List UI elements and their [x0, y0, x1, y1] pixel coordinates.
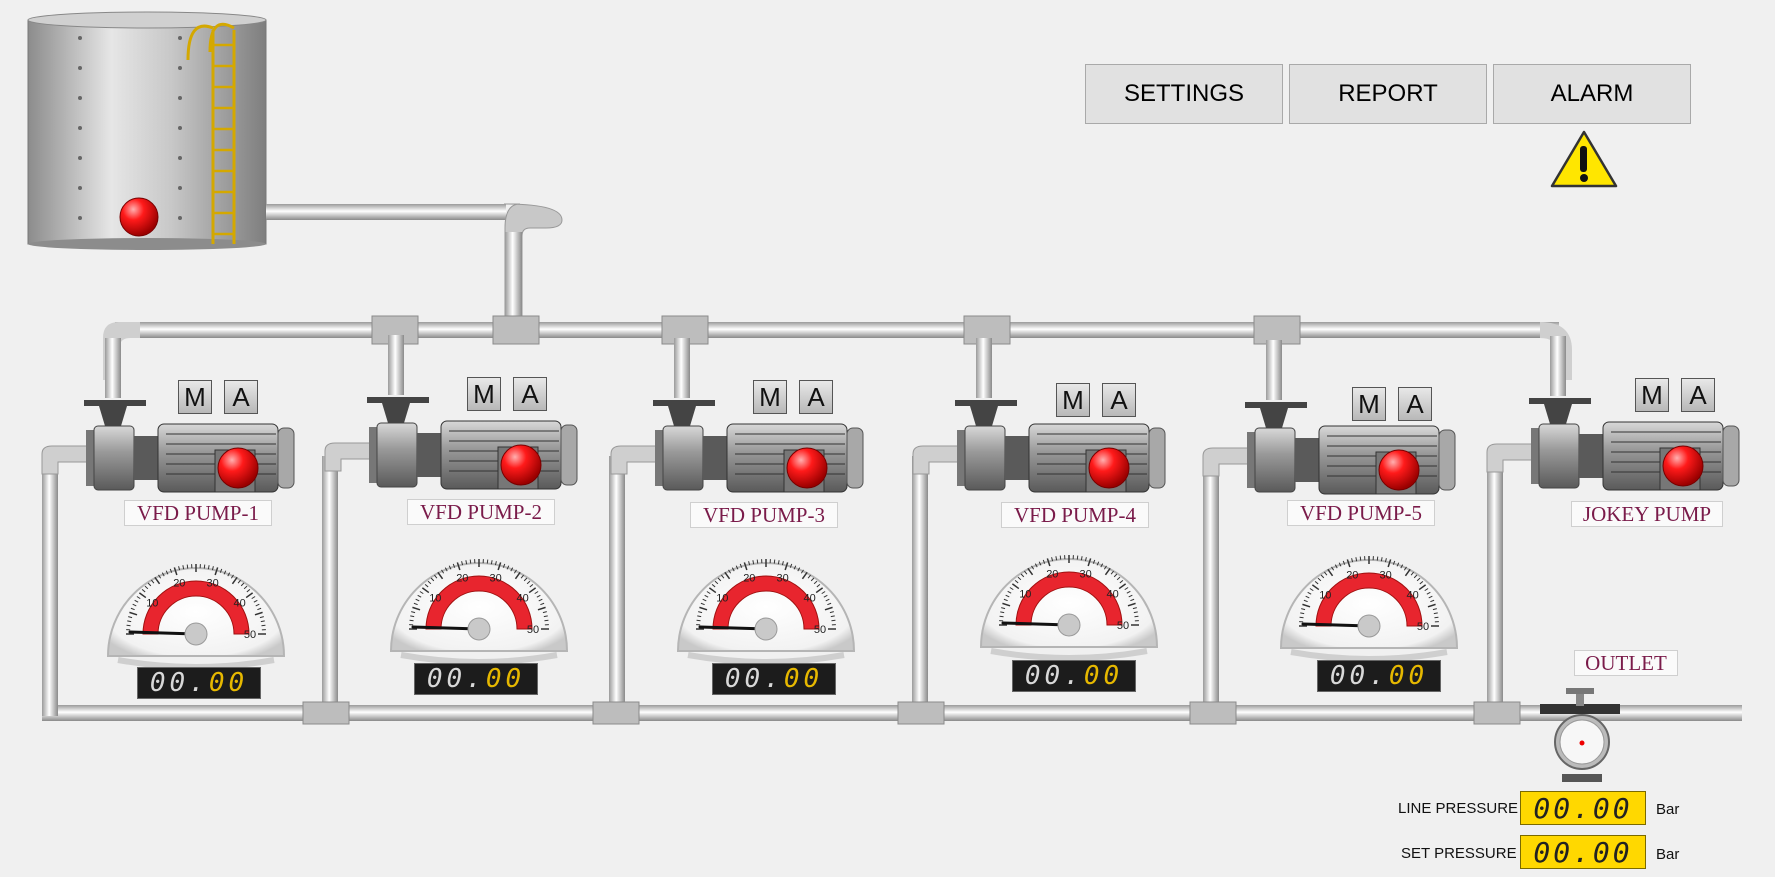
- gauge-tick-label: 30: [207, 578, 219, 590]
- gauge-tick-label: 50: [527, 624, 539, 636]
- line-pressure-label: LINE PRESSURE: [1398, 800, 1519, 817]
- pump-4-display-int: 00: [1024, 661, 1065, 691]
- jockey-pump-status-led: [1662, 445, 1704, 487]
- gauge-tick-label: 20: [743, 573, 755, 585]
- gauge-tick-label: 30: [490, 573, 502, 585]
- gauge-tick-label: 50: [244, 629, 256, 641]
- gauge-tick-label: 40: [517, 592, 529, 604]
- pump-2-auto-button[interactable]: A: [513, 377, 547, 411]
- pump-2-display-frac: 00: [485, 664, 526, 694]
- gauge-tick-label: 50: [1117, 620, 1129, 632]
- gauge-tick-label: 10: [716, 592, 728, 604]
- pump-2-label: VFD PUMP-2: [407, 499, 555, 525]
- pump-3-display-int: 00: [724, 664, 765, 694]
- pump-4-status-led: [1088, 447, 1130, 489]
- gauge-tick-label: 50: [814, 624, 826, 636]
- set-pressure-unit: Bar: [1656, 846, 1680, 863]
- pump-4-manual-button[interactable]: M: [1056, 383, 1090, 417]
- pump-2-display-int: 00: [426, 664, 467, 694]
- gauge-tick-label: 20: [456, 573, 468, 585]
- gauge-tick-label: 40: [234, 597, 246, 609]
- pump-4-display-frac: 00: [1083, 661, 1124, 691]
- pump-3-status-led: [786, 447, 828, 489]
- line-pressure-unit: Bar: [1656, 801, 1680, 818]
- jockey-pump-auto-button[interactable]: A: [1681, 378, 1715, 412]
- pump-4-gauge: 10 20 30 40 50: [979, 555, 1159, 661]
- jockey-pump: [1486, 336, 1740, 491]
- gauge-tick-label: 50: [1417, 621, 1429, 633]
- pump-2-display-dot: .: [466, 664, 486, 694]
- pump-3-label: VFD PUMP-3: [690, 502, 838, 528]
- pump-4-display: 00. 00: [1012, 660, 1136, 692]
- pump-4-display-dot: .: [1064, 661, 1084, 691]
- pump-1-display-int: 00: [149, 668, 190, 698]
- pump-5-status-led: [1378, 449, 1420, 491]
- outlet-label: OUTLET: [1574, 650, 1678, 676]
- pump-3: [610, 338, 864, 493]
- gauge-tick-label: 20: [1346, 570, 1358, 582]
- pump-1-auto-button[interactable]: A: [224, 380, 258, 414]
- gauge-tick-label: 40: [1407, 589, 1419, 601]
- pump-3-display-dot: .: [764, 664, 784, 694]
- alarm-button[interactable]: ALARM: [1493, 64, 1691, 124]
- pump-5-label: VFD PUMP-5: [1287, 500, 1435, 526]
- tank-level-indicator: [119, 197, 159, 237]
- pump-1: [41, 338, 295, 493]
- gauge-tick-label: 30: [777, 573, 789, 585]
- gauge-tick-label: 10: [1319, 589, 1331, 601]
- outlet-pressure-gauge: [1540, 688, 1620, 782]
- pump-1-manual-button[interactable]: M: [178, 380, 212, 414]
- pump-3-display: 00. 00: [712, 663, 836, 695]
- line-pressure-display: 00.00: [1520, 791, 1646, 825]
- pump-2-status-led: [500, 444, 542, 486]
- pump-5-display-frac: 00: [1388, 661, 1429, 691]
- settings-button[interactable]: SETTINGS: [1085, 64, 1283, 124]
- pump-5-display: 00. 00: [1317, 660, 1441, 692]
- pump-2-manual-button[interactable]: M: [467, 377, 501, 411]
- pump-1-display: 00. 00: [137, 667, 261, 699]
- pump-5-gauge: 10 20 30 40 50: [1279, 556, 1459, 662]
- pump-5-manual-button[interactable]: M: [1352, 387, 1386, 421]
- gauge-tick-label: 20: [1046, 569, 1058, 581]
- gauge-tick-label: 30: [1380, 570, 1392, 582]
- pump-gauges: 10 20 30 40 50 10 20 30 40 50 10 20 30 40 50 10 20 30 40 50…: [106, 555, 1459, 670]
- pump-4-auto-button[interactable]: A: [1102, 383, 1136, 417]
- set-pressure-label: SET PRESSURE: [1401, 845, 1517, 862]
- pump-3-auto-button[interactable]: A: [799, 380, 833, 414]
- pump-1-display-dot: .: [189, 668, 209, 698]
- gauge-tick-label: 10: [429, 592, 441, 604]
- pump-1-gauge: 10 20 30 40 50: [106, 564, 286, 670]
- pump-3-manual-button[interactable]: M: [753, 380, 787, 414]
- pump-5-auto-button[interactable]: A: [1398, 387, 1432, 421]
- pump-1-label: VFD PUMP-1: [124, 500, 272, 526]
- water-tank: [27, 11, 267, 250]
- report-button[interactable]: REPORT: [1289, 64, 1487, 124]
- pump-3-gauge: 10 20 30 40 50: [676, 559, 856, 665]
- gauge-tick-label: 30: [1080, 569, 1092, 581]
- warning-icon: [1550, 130, 1618, 188]
- pump-1-status-led: [217, 447, 259, 489]
- set-pressure-display: 00.00: [1520, 835, 1646, 869]
- pump-2: [324, 335, 578, 490]
- pump-1-display-frac: 00: [208, 668, 249, 698]
- gauge-tick-label: 10: [1019, 588, 1031, 600]
- gauge-tick-label: 10: [146, 597, 158, 609]
- jockey-pump-label: JOKEY PUMP: [1571, 501, 1723, 527]
- pump-5-display-dot: .: [1369, 661, 1389, 691]
- gauge-tick-label: 20: [173, 578, 185, 590]
- gauge-tick-label: 40: [804, 592, 816, 604]
- pump-2-display: 00. 00: [414, 663, 538, 695]
- pump-4-label: VFD PUMP-4: [1001, 502, 1149, 528]
- pump-5-display-int: 00: [1329, 661, 1370, 691]
- pump-2-gauge: 10 20 30 40 50: [389, 559, 569, 665]
- jockey-pump-manual-button[interactable]: M: [1635, 378, 1669, 412]
- pump-3-display-frac: 00: [783, 664, 824, 694]
- gauge-tick-label: 40: [1107, 588, 1119, 600]
